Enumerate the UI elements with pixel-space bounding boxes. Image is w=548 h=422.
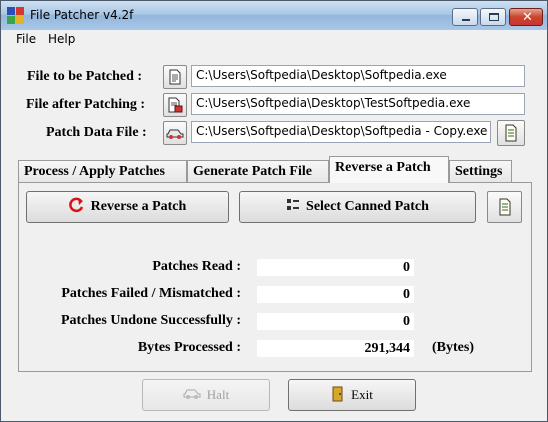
patch-data-file-label: Patch Data File :: [46, 125, 147, 140]
exit-button[interactable]: Exit: [288, 379, 416, 411]
canned-patch-file-button[interactable]: [487, 191, 522, 223]
reverse-a-patch-button[interactable]: Reverse a Patch: [26, 191, 229, 223]
file-to-patch-label: File to be Patched :: [27, 69, 143, 84]
open-patch-file-icon: [499, 198, 510, 216]
halt-label: Halt: [206, 387, 230, 402]
tab-reverse-a-patch[interactable]: Reverse a Patch: [329, 156, 449, 183]
exit-label: Exit: [351, 387, 373, 402]
patch-data-file-input[interactable]: C:\Users\Softpedia\Desktop\Softpedia - C…: [191, 121, 491, 143]
patches-read-value: 0: [257, 259, 414, 276]
bytes-unit-label: (Bytes): [432, 340, 474, 355]
patches-read-label: Patches Read :: [152, 259, 241, 274]
patches-undone-label: Patches Undone Successfully :: [60, 313, 241, 328]
main-window: File Patcher v4.2f ✕ File Help File to b…: [0, 0, 548, 422]
maximize-button[interactable]: [480, 8, 506, 26]
exit-door-icon: [332, 386, 343, 402]
select-canned-patch-label: Select Canned Patch: [306, 199, 429, 214]
bytes-processed-label: Bytes Processed :: [137, 340, 241, 355]
file-after-patching-label: File after Patching :: [26, 97, 146, 112]
menu-help[interactable]: Help: [48, 32, 75, 46]
open-patch-file-icon: [505, 124, 517, 142]
close-button[interactable]: ✕: [509, 8, 543, 26]
patches-failed-label: Patches Failed / Mismatched :: [61, 286, 241, 301]
halt-car-icon: [183, 389, 201, 400]
tab-settings[interactable]: Settings: [449, 160, 512, 183]
reverse-a-patch-label: Reverse a Patch: [90, 199, 187, 214]
minimize-button[interactable]: [452, 8, 478, 26]
open-patch-file-button[interactable]: [497, 120, 525, 146]
halt-button[interactable]: Halt: [142, 379, 270, 411]
window-title: File Patcher v4.2f: [30, 8, 134, 22]
document-icon: [169, 69, 181, 85]
patches-undone-value: 0: [257, 313, 414, 330]
file-after-patching-input[interactable]: C:\Users\Softpedia\Desktop\TestSoftpedia…: [191, 93, 525, 115]
minimize-icon: [462, 19, 470, 21]
canned-patch-icon: [287, 198, 300, 210]
tab-process-apply-patches[interactable]: Process / Apply Patches: [18, 160, 187, 183]
menu-file[interactable]: File: [16, 32, 36, 46]
close-icon: ✕: [522, 10, 533, 25]
tab-generate-patch-file[interactable]: Generate Patch File: [187, 160, 329, 183]
browse-file-after-patching-button[interactable]: [163, 93, 187, 117]
patch-car-icon: [166, 129, 184, 139]
file-patcher-app-icon: [7, 7, 24, 24]
browse-patch-data-file-button[interactable]: [163, 121, 187, 145]
file-to-patch-input[interactable]: C:\Users\Softpedia\Desktop\Softpedia.exe: [191, 65, 525, 87]
title-bar[interactable]: File Patcher v4.2f ✕: [1, 1, 547, 30]
bytes-processed-value: 291,344: [257, 340, 414, 357]
reverse-arrow-icon: [68, 197, 83, 212]
select-canned-patch-button[interactable]: Select Canned Patch: [239, 191, 476, 223]
patched-document-icon: [168, 97, 183, 113]
menu-bar: File Help: [1, 30, 547, 49]
maximize-icon: [489, 13, 499, 21]
browse-file-to-patch-button[interactable]: [163, 65, 187, 89]
patches-failed-value: 0: [257, 286, 414, 303]
